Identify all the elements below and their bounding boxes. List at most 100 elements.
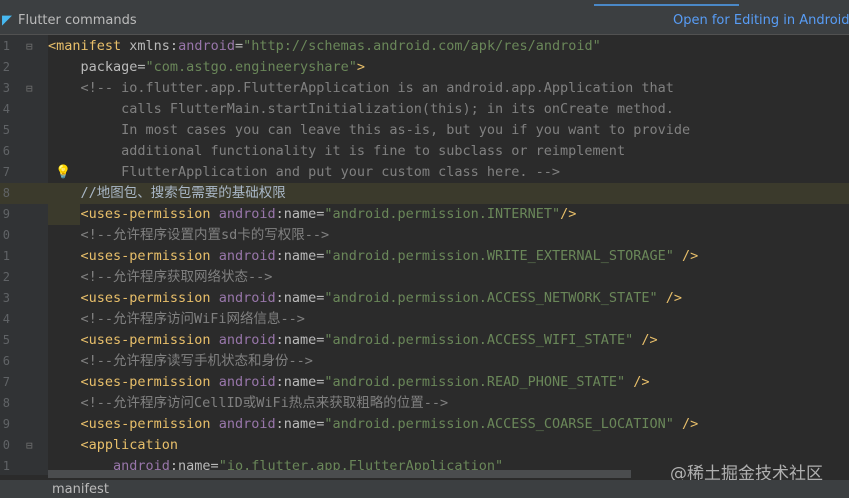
code-token-tag: <manifest <box>48 38 122 54</box>
code-line[interactable]: 3 ⊟ <!-- io.flutter.app.FlutterApplicatio… <box>0 78 849 99</box>
code-line[interactable]: 9 <uses-permission android:name="android… <box>0 204 849 225</box>
code-token-attr: package <box>48 59 138 75</box>
code-line[interactable]: 8 <!--允许程序访问CellID或WiFi热点来获取粗略的位置--> <box>0 393 849 414</box>
code-token-tag: /> <box>657 290 683 306</box>
code-line[interactable]: 1 ⊟ <manifest xmlns:android="http://schema… <box>0 36 849 57</box>
line-number: 1 <box>2 459 10 473</box>
code-token-attr: :name= <box>275 248 325 264</box>
code-text: In most cases you can leave this as-is, … <box>48 120 690 141</box>
fold-icon[interactable]: ⊟ <box>26 78 33 99</box>
code-line[interactable]: 7 💡 FlutterApplication and put your custo… <box>0 162 849 183</box>
code-token-attr: :name= <box>275 416 325 432</box>
code-token-com: <!--允许程序访问WiFi网络信息--> <box>48 311 305 327</box>
code-text: <!-- io.flutter.app.FlutterApplication i… <box>48 78 674 99</box>
code-token-val: "android.permission.ACCESS_COARSE_LOCATI… <box>324 416 674 432</box>
code-token-text: //地图包、搜索包需要的基础权限 <box>48 185 286 201</box>
code-text: package="com.astgo.engineeryshare"> <box>48 57 366 78</box>
code-editor[interactable]: 1 ⊟ <manifest xmlns:android="http://schema… <box>0 35 849 475</box>
code-token-attr: = <box>234 38 244 54</box>
code-line[interactable]: 0 ⊟ <application <box>0 435 849 456</box>
line-number: 6 <box>2 144 10 158</box>
code-text: <!--允许程序读写手机状态和身份--> <box>48 351 313 372</box>
code-line[interactable]: 6 <!--允许程序读写手机状态和身份--> <box>0 351 849 372</box>
code-text: <!--允许程序访问CellID或WiFi热点来获取粗略的位置--> <box>48 393 449 414</box>
code-token-tag: <uses-permission <box>48 416 211 432</box>
code-line[interactable]: 3 <uses-permission android:name="android… <box>0 288 849 309</box>
code-token-com: <!--允许程序访问CellID或WiFi热点来获取粗略的位置--> <box>48 395 449 411</box>
code-token-ns: android <box>210 248 276 264</box>
code-line[interactable]: 5 In most cases you can leave this as-is… <box>0 120 849 141</box>
horizontal-scrollbar[interactable] <box>48 470 631 478</box>
line-number: 3 <box>2 291 10 305</box>
code-token-tag: /> <box>560 206 577 222</box>
line-number: 1 <box>2 249 10 263</box>
code-token-attr: xmlns: <box>121 38 179 54</box>
code-token-tag: /> <box>673 416 699 432</box>
line-number: 2 <box>2 60 10 74</box>
code-token-ns: android <box>210 374 276 390</box>
code-token-attr: :name= <box>275 290 325 306</box>
code-text: <uses-permission android:name="android.p… <box>48 372 650 393</box>
code-line[interactable]: 9 <uses-permission android:name="android… <box>0 414 849 435</box>
fold-icon[interactable]: ⊟ <box>26 36 33 57</box>
code-text: <uses-permission android:name="android.p… <box>48 246 699 267</box>
code-text: <!--允许程序访问WiFi网络信息--> <box>48 309 305 330</box>
code-token-val: "android.permission.ACCESS_WIFI_STATE" <box>324 332 634 348</box>
code-text: additional functionality it is fine to s… <box>48 141 625 162</box>
line-number: 0 <box>2 438 10 452</box>
code-token-tag: /> <box>673 248 699 264</box>
code-token-tag: <application <box>48 437 179 453</box>
code-token-ns: android <box>210 206 276 222</box>
code-token-com: <!--允许程序读写手机状态和身份--> <box>48 353 313 369</box>
code-line[interactable]: 2 package="com.astgo.engineeryshare"> <box>0 57 849 78</box>
line-number: 4 <box>2 102 10 116</box>
code-line[interactable]: 2 <!--允许程序获取网络状态--> <box>0 267 849 288</box>
line-number: 7 <box>2 375 10 389</box>
code-line[interactable]: 4 <!--允许程序访问WiFi网络信息--> <box>0 309 849 330</box>
code-token-com: calls FlutterMain.startInitialization(th… <box>48 101 674 117</box>
line-number: 3 <box>2 81 10 95</box>
breadcrumb-bar: manifest <box>0 480 849 498</box>
code-line[interactable]: 1 <uses-permission android:name="android… <box>0 246 849 267</box>
code-line[interactable]: 6 additional functionality it is fine to… <box>0 141 849 162</box>
code-token-ns: android <box>178 38 235 54</box>
code-text: <!--允许程序获取网络状态--> <box>48 267 273 288</box>
fold-icon[interactable]: ⊟ <box>26 435 33 456</box>
code-token-ns: android <box>210 290 276 306</box>
code-text: FlutterApplication and put your custom c… <box>48 162 560 183</box>
code-text: <uses-permission android:name="android.p… <box>48 414 699 435</box>
flutter-commands-bar: ◤ Flutter commands Open for Editing in A… <box>0 6 849 35</box>
code-line[interactable]: 5 <uses-permission android:name="android… <box>0 330 849 351</box>
open-for-editing-link[interactable]: Open for Editing in Android St <box>673 13 849 28</box>
line-number: 8 <box>2 186 10 200</box>
code-token-ns: android <box>210 332 276 348</box>
code-text: <uses-permission android:name="android.p… <box>48 288 683 309</box>
code-line[interactable]: 4 calls FlutterMain.startInitialization(… <box>0 99 849 120</box>
code-token-val: "android.permission.ACCESS_NETWORK_STATE… <box>324 290 658 306</box>
code-line[interactable]: 7 <uses-permission android:name="android… <box>0 372 849 393</box>
code-token-com: <!-- io.flutter.app.FlutterApplication i… <box>48 80 674 96</box>
code-text: <!--允许程序设置内置sd卡的写权限--> <box>48 225 330 246</box>
code-line[interactable]: 0 <!--允许程序设置内置sd卡的写权限--> <box>0 225 849 246</box>
code-line[interactable]: 8 //地图包、搜索包需要的基础权限 <box>0 183 849 204</box>
code-token-tag: <uses-permission <box>48 248 211 264</box>
line-number: 7 <box>2 165 10 179</box>
code-text: <application <box>48 435 179 456</box>
code-text: calls FlutterMain.startInitialization(th… <box>48 99 674 120</box>
breadcrumb-manifest[interactable]: manifest <box>52 482 109 497</box>
code-token-tag: > <box>356 59 366 75</box>
code-token-com: additional functionality it is fine to s… <box>48 143 626 159</box>
line-number: 2 <box>2 270 10 284</box>
line-number: 1 <box>2 39 10 53</box>
code-token-val: "android.permission.INTERNET" <box>324 206 561 222</box>
code-text: <uses-permission android:name="android.p… <box>48 204 577 225</box>
line-number: 9 <box>2 207 10 221</box>
code-token-val: "com.astgo.engineeryshare" <box>145 59 357 75</box>
code-token-com: <!--允许程序设置内置sd卡的写权限--> <box>48 227 330 243</box>
code-token-val: "android.permission.WRITE_EXTERNAL_STORA… <box>324 248 674 264</box>
code-token-tag: <uses-permission <box>48 206 211 222</box>
code-token-val: "http://schemas.android.com/apk/res/andr… <box>243 38 601 54</box>
code-token-attr: :name= <box>275 374 325 390</box>
code-token-tag: /> <box>625 374 650 390</box>
code-token-com: In most cases you can leave this as-is, … <box>48 122 691 138</box>
